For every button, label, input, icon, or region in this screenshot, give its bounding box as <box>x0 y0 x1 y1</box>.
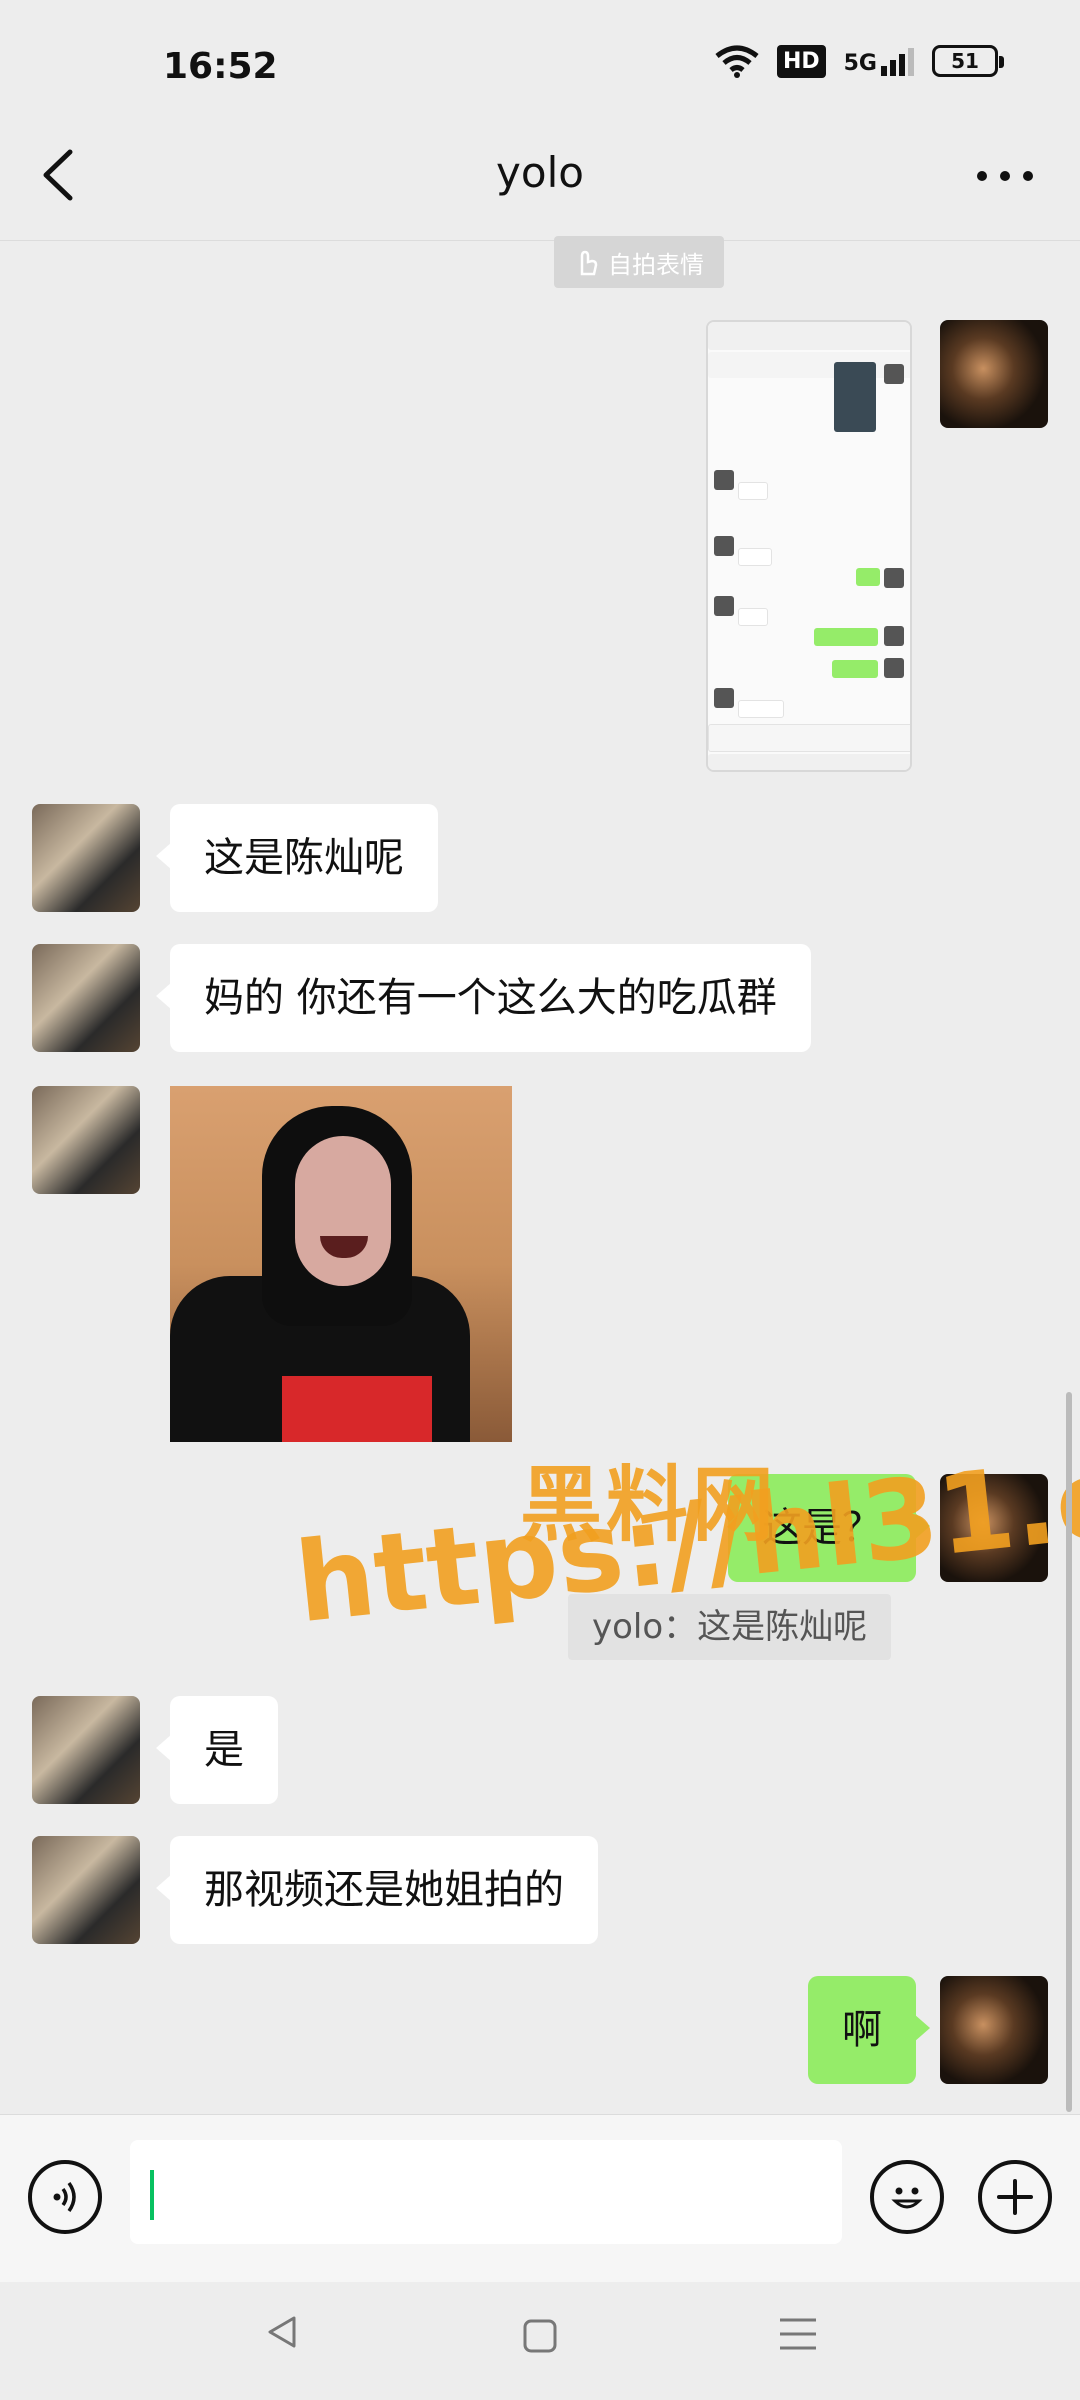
chat-screenshot-image[interactable] <box>706 320 912 772</box>
contact-avatar[interactable] <box>32 944 140 1052</box>
selfie-sticker-tag[interactable]: 自拍表情 <box>554 236 724 288</box>
signal-icon: 5G <box>844 46 914 76</box>
message-bubble-incoming[interactable]: 是 <box>156 1696 278 1804</box>
smiley-icon <box>891 2187 923 2209</box>
scrollbar[interactable] <box>1066 1392 1072 2112</box>
status-time: 16:52 <box>163 46 278 87</box>
hamburger-menu-icon <box>780 2318 816 2350</box>
emoji-button[interactable] <box>870 2160 944 2234</box>
hand-icon <box>580 250 598 276</box>
battery-indicator: 51 <box>932 45 1004 77</box>
more-button[interactable] <box>970 148 1040 198</box>
system-home-button[interactable] <box>522 2318 558 2358</box>
voice-button[interactable] <box>28 2160 102 2234</box>
message-bubble-incoming[interactable]: 这是陈灿呢 <box>156 804 438 912</box>
message-bubble-incoming[interactable]: 那视频还是她姐拍的 <box>156 1836 598 1944</box>
message-bubble-outgoing[interactable]: 啊 <box>808 1976 930 2084</box>
plus-icon <box>997 2179 1033 2215</box>
text-caret <box>150 2170 154 2220</box>
more-functions-button[interactable] <box>978 2160 1052 2234</box>
contact-avatar[interactable] <box>32 1836 140 1944</box>
more-dots-icon <box>977 171 1033 181</box>
meme-image[interactable] <box>170 1086 512 1442</box>
chat-title: yolo <box>496 148 584 197</box>
voice-icon <box>53 2181 76 2213</box>
network-type: 5G <box>843 51 877 76</box>
triangle-back-icon <box>268 2316 296 2348</box>
sticker-tag-label: 自拍表情 <box>608 250 704 279</box>
status-icons: HD 5G 51 <box>715 44 1004 78</box>
my-avatar[interactable] <box>940 320 1048 428</box>
contact-avatar[interactable] <box>32 1086 140 1194</box>
message-bubble-incoming[interactable]: 妈的 你还有一个这么大的吃瓜群 <box>156 944 811 1052</box>
system-back-button[interactable] <box>262 2312 302 2356</box>
wifi-icon <box>715 45 759 78</box>
message-input[interactable] <box>130 2140 842 2244</box>
contact-avatar[interactable] <box>32 1696 140 1804</box>
contact-avatar[interactable] <box>32 804 140 912</box>
hd-badge: HD <box>776 44 826 78</box>
my-avatar[interactable] <box>940 1976 1048 2084</box>
nav-divider <box>0 240 1080 241</box>
system-menu-button[interactable] <box>778 2316 818 2356</box>
square-home-icon <box>523 2319 557 2353</box>
